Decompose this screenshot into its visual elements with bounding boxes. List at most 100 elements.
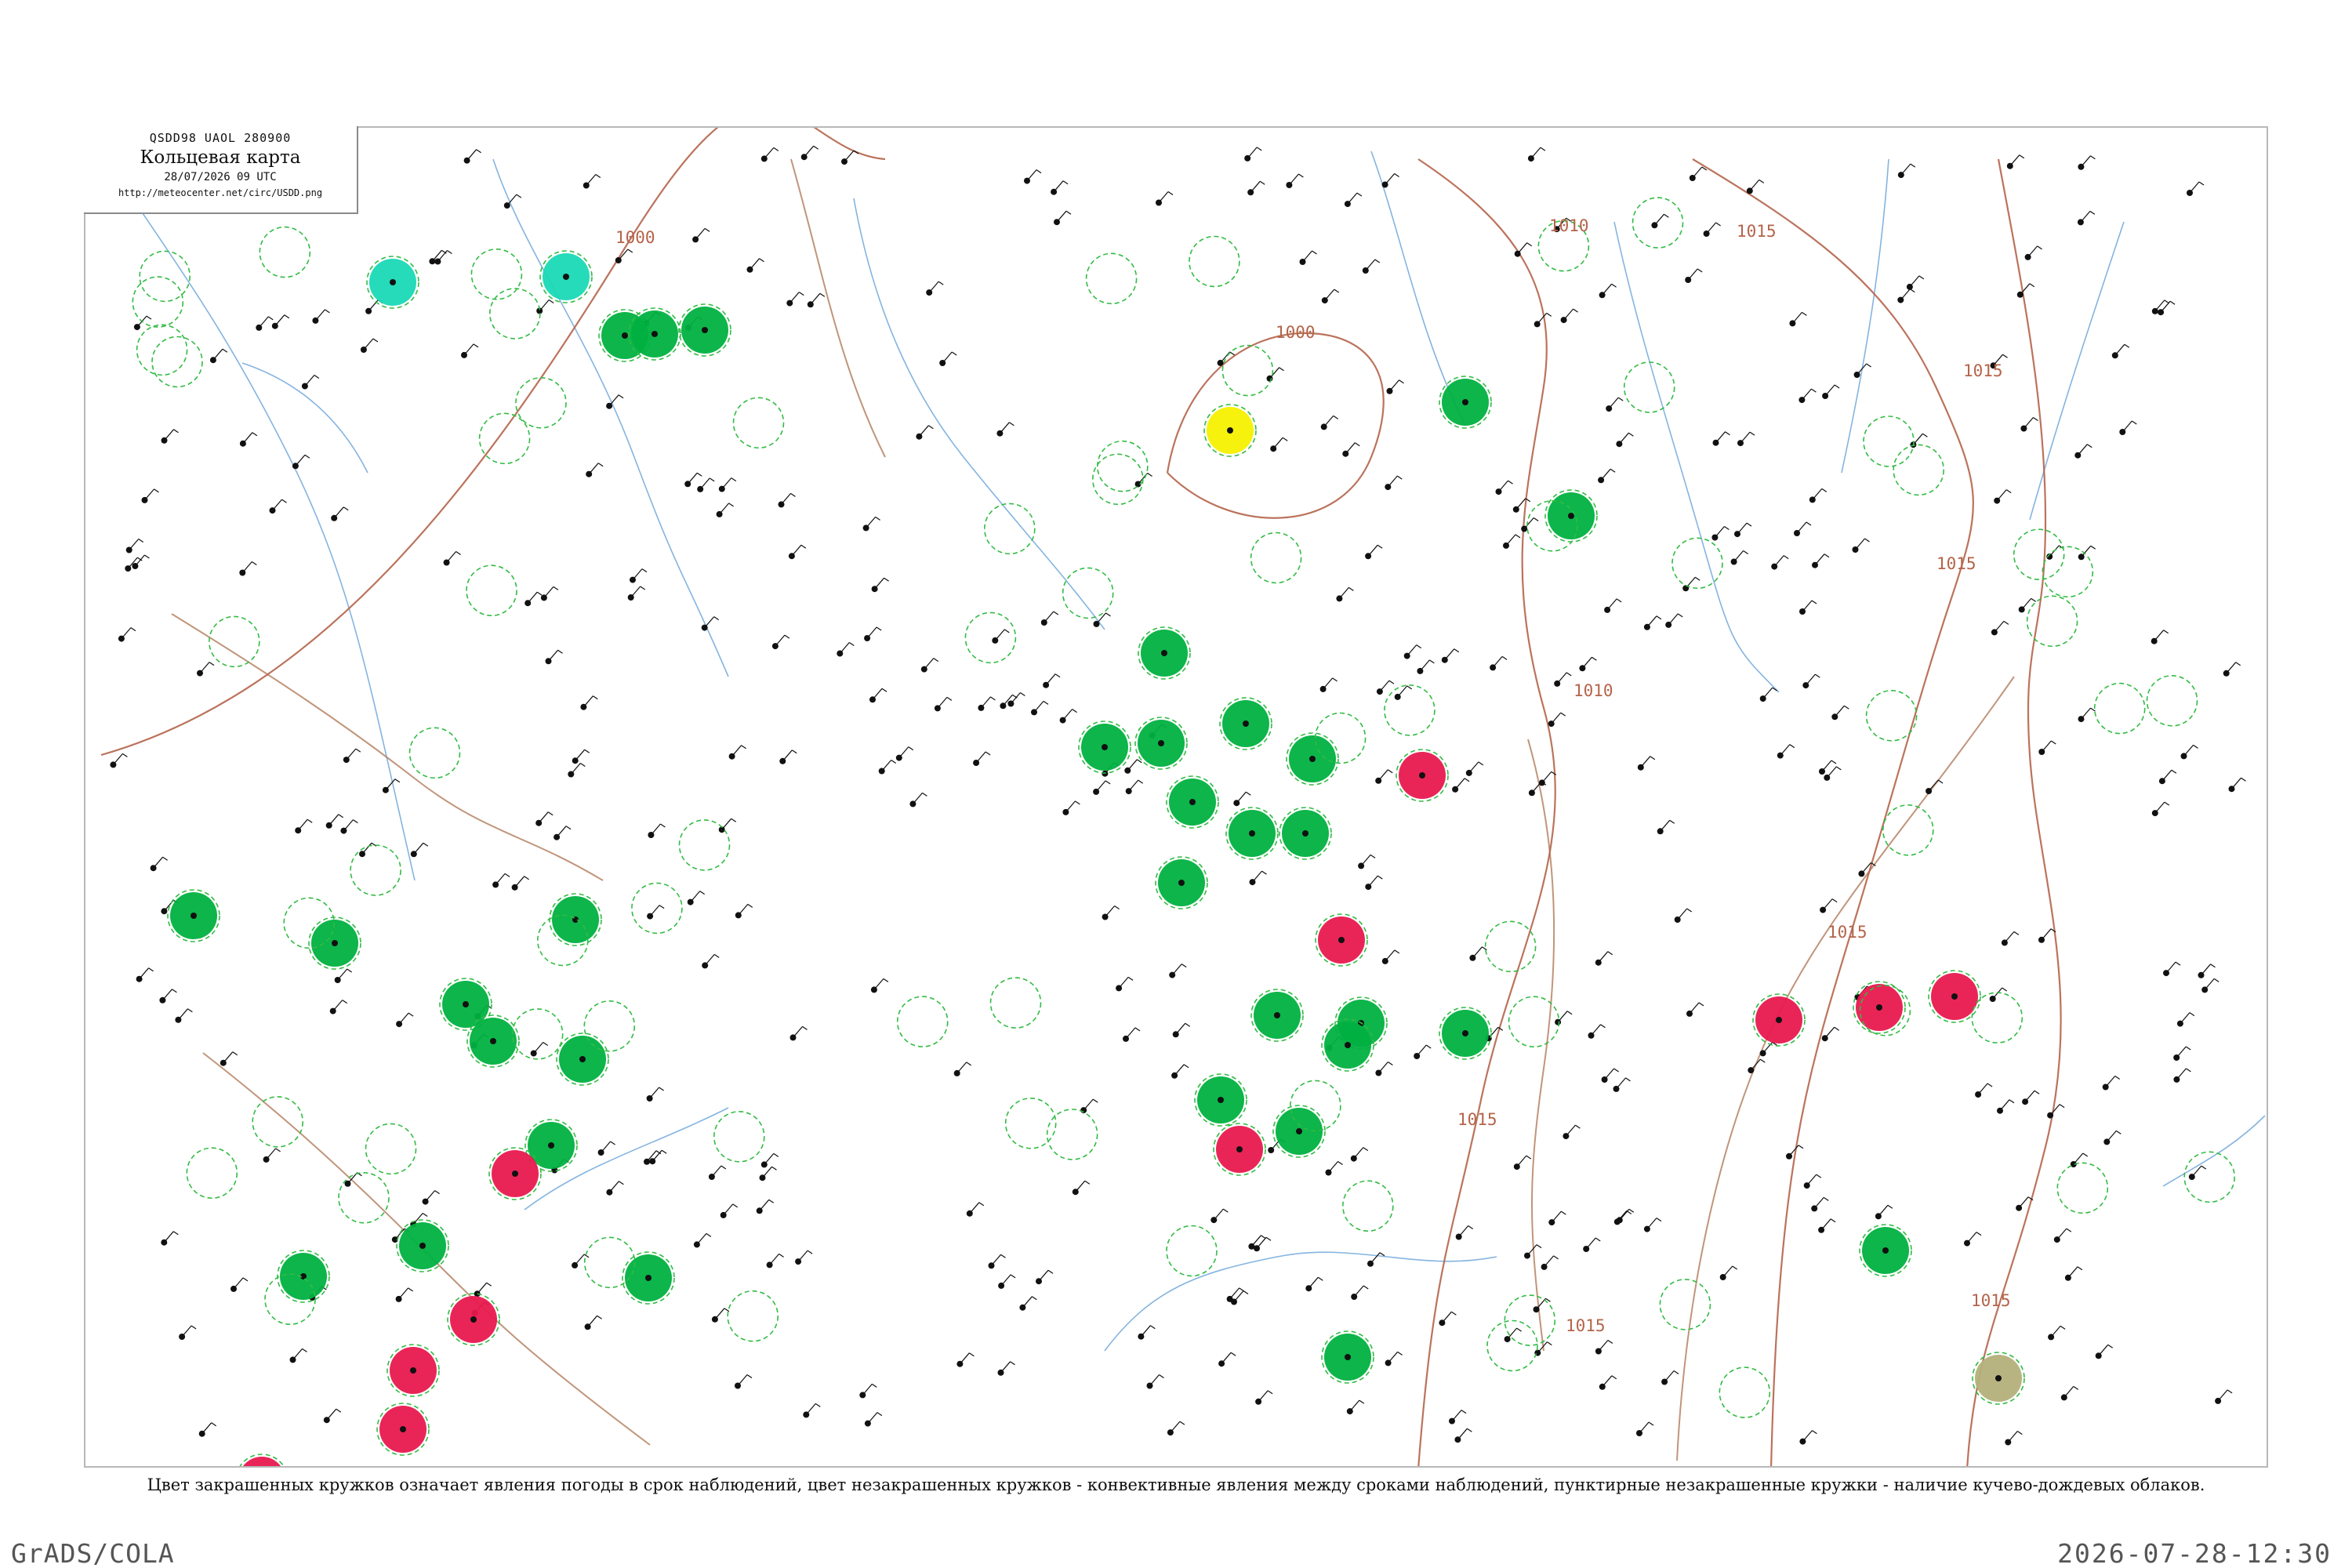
weather-station [568,763,586,778]
wind-barb-feather [456,551,461,555]
wind-barb-feather [928,425,934,430]
weather-station [1386,379,1404,394]
wind-barb [1269,367,1279,379]
weather-station [647,905,665,920]
weather-station [966,1202,985,1217]
weather-station [1351,1285,1369,1300]
weather-station [2074,444,2092,459]
wind-barb-feather [1282,437,1288,441]
wind-barb [2176,1046,2187,1058]
weather-station [1554,672,1572,687]
weather-station [1824,766,1842,781]
wind-barb [696,1233,707,1245]
wind-barb [201,1422,212,1435]
cb-dashed-ring [989,977,1042,1029]
weather-station [788,544,807,560]
weather-station [198,1422,217,1437]
wind-barb [1996,489,2007,501]
weather-station [2053,1228,2072,1243]
cb-dashed-ring [350,844,401,896]
weather-station [1926,779,1944,794]
weather-station [540,586,559,601]
wind-barb-feather [1279,367,1284,372]
border-line [790,158,886,458]
wind-barb [332,1000,343,1011]
station-dot [1882,1247,1889,1254]
red-weather-circle [1315,913,1368,967]
weather-station [1490,655,1508,671]
cb-dashed-ring [2042,546,2094,598]
wind-barb-feather [1526,1155,1532,1160]
wind-barb [797,1250,808,1262]
green-weather-circle [1219,697,1272,750]
wind-barb [212,348,223,361]
weather-station [795,1250,813,1265]
wind-barb-feather [2201,1165,2207,1170]
wind-barb-feather [1831,760,1837,764]
weather-station [263,1148,281,1163]
station-dot [1776,1017,1782,1023]
wind-barb-feather [1613,1068,1619,1073]
wind-barb [343,819,354,831]
wind-barb-feather [2031,597,2037,602]
weather-station [953,1062,972,1076]
weather-station [1657,819,1675,835]
wind-barb-feather [660,823,666,828]
wind-barb [1821,760,1832,772]
wind-barb [721,477,732,489]
wind-barb [2204,978,2215,990]
wind-barb-feather [1259,180,1265,185]
wind-barb [1677,908,1688,920]
station-dot [1345,1354,1351,1360]
wind-barb-feather [1821,488,1828,492]
wind-barb-feather [1387,769,1393,774]
border-line [1527,739,1555,1352]
weather-station [760,1152,779,1168]
wind-barb [1247,147,1258,159]
wind-barb-feather [553,586,559,590]
green-weather-circle [549,893,602,946]
cb-dashed-ring [338,1172,390,1224]
wind-barb-feather [209,662,215,666]
wind-barb-feather [1811,600,1817,604]
wind-barb [1158,191,1169,203]
weather-station [1375,769,1393,784]
wind-barb-feather [1686,908,1693,913]
weather-station [340,819,358,834]
weather-station [1266,367,1284,382]
weather-station [1156,191,1174,206]
wind-barb [1668,613,1679,626]
weather-station [1598,468,1616,484]
wind-barb [495,873,506,885]
wind-barb-feather [1610,468,1616,473]
station-dot [1995,1375,2002,1381]
wind-barb [514,876,525,888]
wind-barb [1604,1068,1615,1080]
wind-barb [2231,777,2241,789]
wind-barb [1788,1145,1799,1157]
weather-station [1798,388,1817,404]
weather-station [1712,431,1730,446]
wind-barb-feather [1831,898,1838,903]
weather-station [1465,761,1484,776]
wind-barb [791,544,802,557]
station-dot [548,1142,554,1149]
wind-barb [1388,1352,1399,1363]
wind-barb [1075,1180,1086,1192]
wind-barb-feather [338,814,344,818]
station-dot [1462,1030,1468,1036]
weather-station [524,591,543,607]
wind-barb-feather [1394,949,1400,954]
wind-barb-feather [2163,630,2169,634]
weather-station [110,753,128,768]
weather-station [1244,147,1262,162]
cb-dashed-ring [1484,920,1537,973]
weather-station [239,432,258,447]
wind-barb-feather [2002,987,2008,992]
weather-station [2078,545,2096,561]
wind-barb [1608,397,1619,409]
wind-barb-feather [1147,473,1152,477]
wind-barb [2154,801,2165,814]
weather-station [2180,744,2198,760]
river-line [1104,1251,1497,1352]
